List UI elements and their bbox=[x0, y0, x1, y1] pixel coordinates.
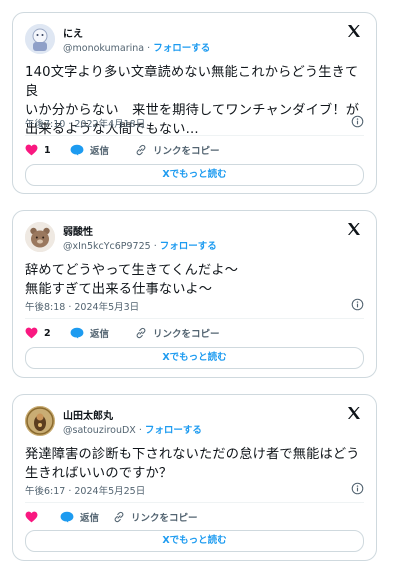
follow-button[interactable]: フォローする bbox=[153, 43, 210, 54]
handle-line: @monokumarina · フォローする bbox=[63, 40, 210, 54]
avatar-image bbox=[25, 406, 55, 436]
timestamp[interactable]: 午後7:10 · 2022年4月18日 bbox=[25, 116, 145, 130]
reply-label: 返信 bbox=[90, 146, 110, 157]
timestamp[interactable]: 午後6:17 · 2024年5月25日 bbox=[25, 483, 145, 497]
follow-button[interactable]: フォローする bbox=[145, 425, 202, 436]
copy-link-button[interactable]: リンクをコピー bbox=[135, 142, 220, 158]
x-logo-icon[interactable] bbox=[346, 23, 362, 39]
divider bbox=[25, 318, 364, 319]
heart-icon bbox=[25, 144, 38, 156]
avatar-image bbox=[25, 222, 55, 252]
avatar[interactable] bbox=[25, 222, 55, 252]
follow-button[interactable]: フォローする bbox=[160, 241, 217, 252]
tweet-text: 発達障害の診断も下されないただの怠け者で無能はどう 生きればいいのですか？ bbox=[25, 447, 360, 481]
read-more-button[interactable]: Xでもっと読む bbox=[25, 164, 364, 186]
copy-link-label: リンクをコピー bbox=[153, 146, 220, 157]
avatar-image bbox=[25, 24, 55, 54]
avatar[interactable] bbox=[25, 24, 55, 54]
info-icon[interactable] bbox=[351, 115, 364, 128]
like-button[interactable]: 2 bbox=[25, 325, 51, 341]
reply-button[interactable]: 返信 bbox=[70, 325, 109, 341]
separator: · bbox=[138, 425, 142, 436]
like-button[interactable]: 1 bbox=[25, 142, 51, 158]
reply-bubble-icon bbox=[60, 511, 74, 523]
reply-button[interactable]: 返信 bbox=[60, 509, 99, 525]
handle[interactable]: @xIn5kcYc6P9725 bbox=[63, 241, 151, 252]
handle[interactable]: @satouzirouDX bbox=[63, 425, 136, 436]
divider bbox=[25, 135, 364, 136]
reply-label: 返信 bbox=[90, 329, 110, 340]
tweet-text: 辞めてどうやって生きてくんだよ～ 無能すぎて出来る仕事ないよ～ bbox=[25, 263, 239, 297]
handle-line: @satouzirouDX · フォローする bbox=[63, 422, 202, 436]
timestamp[interactable]: 午後8:18 · 2024年5月3日 bbox=[25, 299, 139, 313]
read-more-button[interactable]: Xでもっと読む bbox=[25, 530, 364, 552]
display-name[interactable]: にえ bbox=[63, 25, 83, 40]
tweet-card: 弱酸性 @xIn5kcYc6P9725 · フォローする 辞めてどうやって生きて… bbox=[12, 210, 377, 378]
tweet-card: にえ @monokumarina · フォローする 140文字より多い文章読めな… bbox=[12, 12, 377, 194]
action-bar: 1 返信 リンクをコピー bbox=[25, 142, 365, 158]
heart-icon bbox=[25, 511, 38, 523]
link-icon bbox=[114, 511, 124, 523]
info-icon[interactable] bbox=[351, 298, 364, 311]
tweet-card: 山田太郎丸 @satouzirouDX · フォローする 発達障害の診断も下され… bbox=[12, 394, 377, 561]
copy-link-button[interactable]: リンクをコピー bbox=[113, 509, 198, 525]
action-bar: 2 返信 リンクをコピー bbox=[25, 325, 365, 341]
like-button[interactable] bbox=[25, 509, 44, 525]
like-count: 1 bbox=[44, 144, 51, 156]
action-bar: 返信 リンクをコピー bbox=[25, 509, 365, 525]
x-logo-icon[interactable] bbox=[346, 405, 362, 421]
info-icon[interactable] bbox=[351, 482, 364, 495]
link-icon bbox=[136, 327, 146, 339]
handle[interactable]: @monokumarina bbox=[63, 43, 144, 54]
separator: · bbox=[153, 241, 157, 252]
link-icon bbox=[136, 144, 146, 156]
x-logo-icon[interactable] bbox=[346, 221, 362, 237]
divider bbox=[25, 502, 364, 503]
like-count: 2 bbox=[44, 327, 51, 339]
heart-icon bbox=[25, 327, 38, 339]
reply-button[interactable]: 返信 bbox=[70, 142, 109, 158]
read-more-button[interactable]: Xでもっと読む bbox=[25, 347, 364, 369]
copy-link-label: リンクをコピー bbox=[131, 513, 198, 524]
copy-link-label: リンクをコピー bbox=[153, 329, 220, 340]
reply-bubble-icon bbox=[70, 327, 84, 339]
avatar[interactable] bbox=[25, 406, 55, 436]
reply-bubble-icon bbox=[70, 144, 84, 156]
display-name[interactable]: 弱酸性 bbox=[63, 223, 93, 238]
display-name[interactable]: 山田太郎丸 bbox=[63, 407, 113, 422]
copy-link-button[interactable]: リンクをコピー bbox=[135, 325, 220, 341]
handle-line: @xIn5kcYc6P9725 · フォローする bbox=[63, 238, 217, 252]
reply-label: 返信 bbox=[80, 513, 100, 524]
separator: · bbox=[147, 43, 151, 54]
